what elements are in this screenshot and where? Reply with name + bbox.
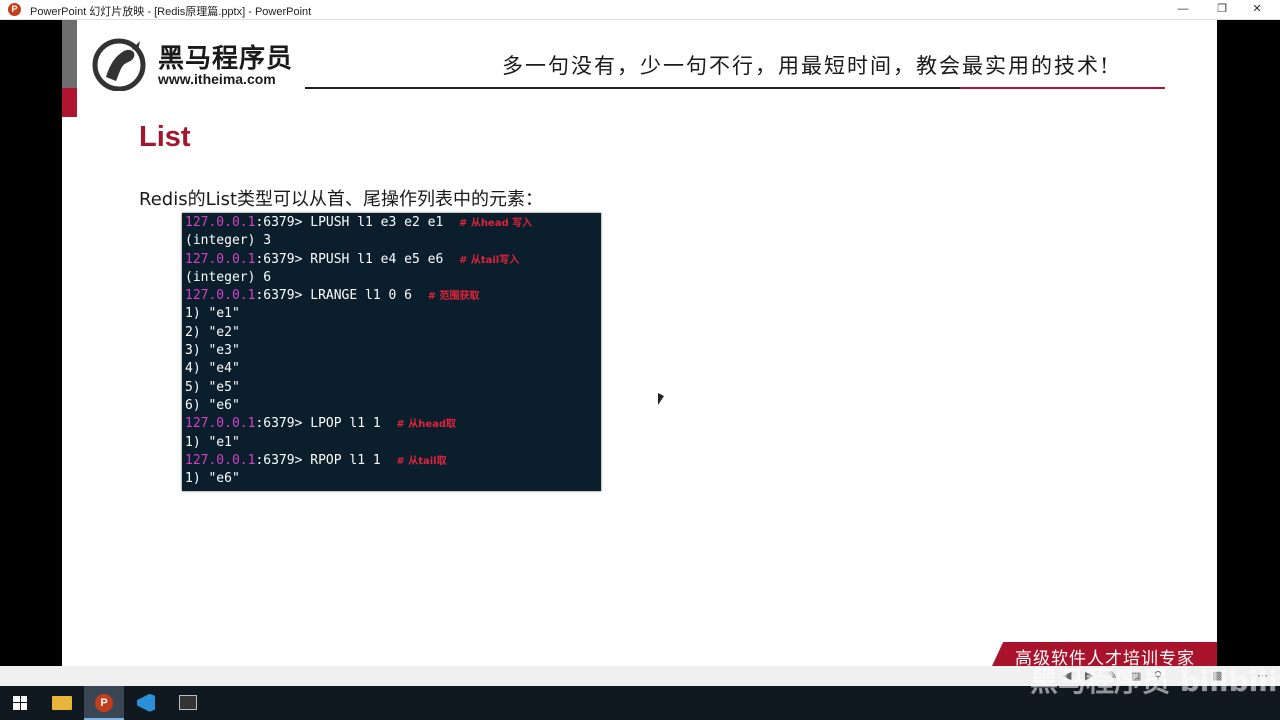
terminal-text: :6379> LPUSH l1 e3 e2 e1: [255, 215, 444, 230]
logo-url: www.itheima.com: [158, 71, 276, 87]
terminal-text: 2) "e2": [185, 324, 240, 340]
terminal-button[interactable]: [168, 686, 208, 720]
terminal-line: 127.0.0.1:6379> LRANGE l1 0 6 # 范围获取: [182, 287, 601, 305]
terminal-line: 5) "e5": [182, 379, 601, 397]
terminal-comment: # 范围获取: [427, 291, 480, 303]
window-title: PowerPoint 幻灯片放映 - [Redis原理篇.pptx] - Pow…: [30, 6, 312, 18]
terminal-line: (integer) 6: [182, 269, 601, 287]
terminal-screenshot: 127.0.0.1:6379> LPUSH l1 e3 e2 e1 # 从hea…: [182, 213, 601, 491]
terminal-line: 1) "e1": [182, 434, 601, 452]
terminal-line: 127.0.0.1:6379> RPOP l1 1 # 从tail取: [182, 452, 601, 470]
powerpoint-icon: P: [8, 3, 21, 16]
terminal-text: :6379> RPUSH l1 e4 e5 e6: [255, 251, 444, 267]
terminal-text: :6379> LPOP l1 1: [255, 416, 381, 432]
terminal-text: (integer) 6: [185, 269, 272, 285]
terminal-line: 127.0.0.1:6379> LPUSH l1 e3 e2 e1 # 从hea…: [182, 214, 601, 232]
logo-name: 黑马程序员: [158, 44, 294, 74]
terminal-text: 1) "e1": [185, 434, 240, 450]
powerpoint-icon: P: [95, 693, 113, 712]
slide-description: Redis的List类型可以从首、尾操作列表中的元素：: [139, 189, 544, 210]
powerpoint-taskbar-button[interactable]: P: [84, 686, 124, 720]
terminal-text: 4) "e4": [185, 361, 240, 377]
window-titlebar: P PowerPoint 幻灯片放映 - [Redis原理篇.pptx] - P…: [0, 0, 1280, 20]
terminal-comment: # 从head 写入: [458, 218, 533, 229]
terminal-text: 1) "e6": [185, 471, 240, 487]
terminal-text: 1) "e1": [185, 306, 240, 322]
terminal-prompt-host: 127.0.0.1: [185, 288, 256, 304]
mouse-cursor-icon: [658, 393, 664, 405]
terminal-line: 127.0.0.1:6379> RPUSH l1 e4 e5 e6 # 从tai…: [182, 251, 601, 269]
terminal-prompt-host: 127.0.0.1: [185, 452, 256, 468]
terminal-line: 1) "e6": [182, 470, 601, 488]
terminal-line: 3) "e3": [182, 342, 601, 360]
header-divider: [305, 87, 960, 89]
slideshow-area: 黑马程序员 www.itheima.com 多一句没有，少一句不行，用最短时间，…: [0, 20, 1280, 666]
windows-start-icon: [13, 695, 27, 710]
file-explorer-icon: [52, 695, 72, 710]
terminal-line: 6) "e6": [182, 397, 601, 415]
terminal-text: 3) "e3": [185, 343, 240, 359]
terminal-line: (integer) 3: [182, 232, 601, 250]
decor-grey-bar: [62, 20, 77, 88]
vscode-icon: [137, 693, 155, 712]
terminal-comment: # 从head取: [396, 419, 457, 431]
horse-logo-icon: [92, 38, 146, 91]
terminal-prompt-host: 127.0.0.1: [185, 416, 256, 432]
file-explorer-button[interactable]: [42, 686, 82, 720]
terminal-line: 2) "e2": [182, 324, 601, 342]
slogan: 多一句没有，少一句不行，用最短时间，教会最实用的技术!: [502, 54, 1111, 78]
terminal-comment: # 从tail取: [396, 455, 447, 467]
windows-start-button[interactable]: [0, 686, 40, 720]
terminal-prompt-host: 127.0.0.1: [185, 215, 256, 230]
terminal-text: 5) "e5": [185, 379, 240, 395]
terminal-line: 1) "e1": [182, 305, 601, 323]
bilibili-watermark: 黑马程序员 bilibili: [1030, 665, 1278, 698]
slide[interactable]: 黑马程序员 www.itheima.com 多一句没有，少一句不行，用最短时间，…: [62, 20, 1217, 666]
terminal-text: (integer) 3: [185, 233, 272, 249]
terminal-line: 127.0.0.1:6379> LPOP l1 1 # 从head取: [182, 415, 601, 433]
terminal-text: :6379> RPOP l1 1: [255, 452, 381, 468]
vscode-button[interactable]: [126, 686, 166, 720]
close-button[interactable]: ✕: [1234, 0, 1280, 19]
decor-red-bar: [62, 88, 77, 117]
terminal-prompt-host: 127.0.0.1: [185, 251, 256, 267]
terminal-text: 6) "e6": [185, 397, 240, 413]
terminal-line: 4) "e4": [182, 360, 601, 378]
terminal-icon: [179, 695, 197, 711]
header-divider-accent: [960, 87, 1165, 89]
slide-heading: List: [139, 121, 191, 153]
terminal-comment: # 从tail写入: [458, 254, 520, 266]
terminal-text: :6379> LRANGE l1 0 6: [255, 288, 412, 304]
